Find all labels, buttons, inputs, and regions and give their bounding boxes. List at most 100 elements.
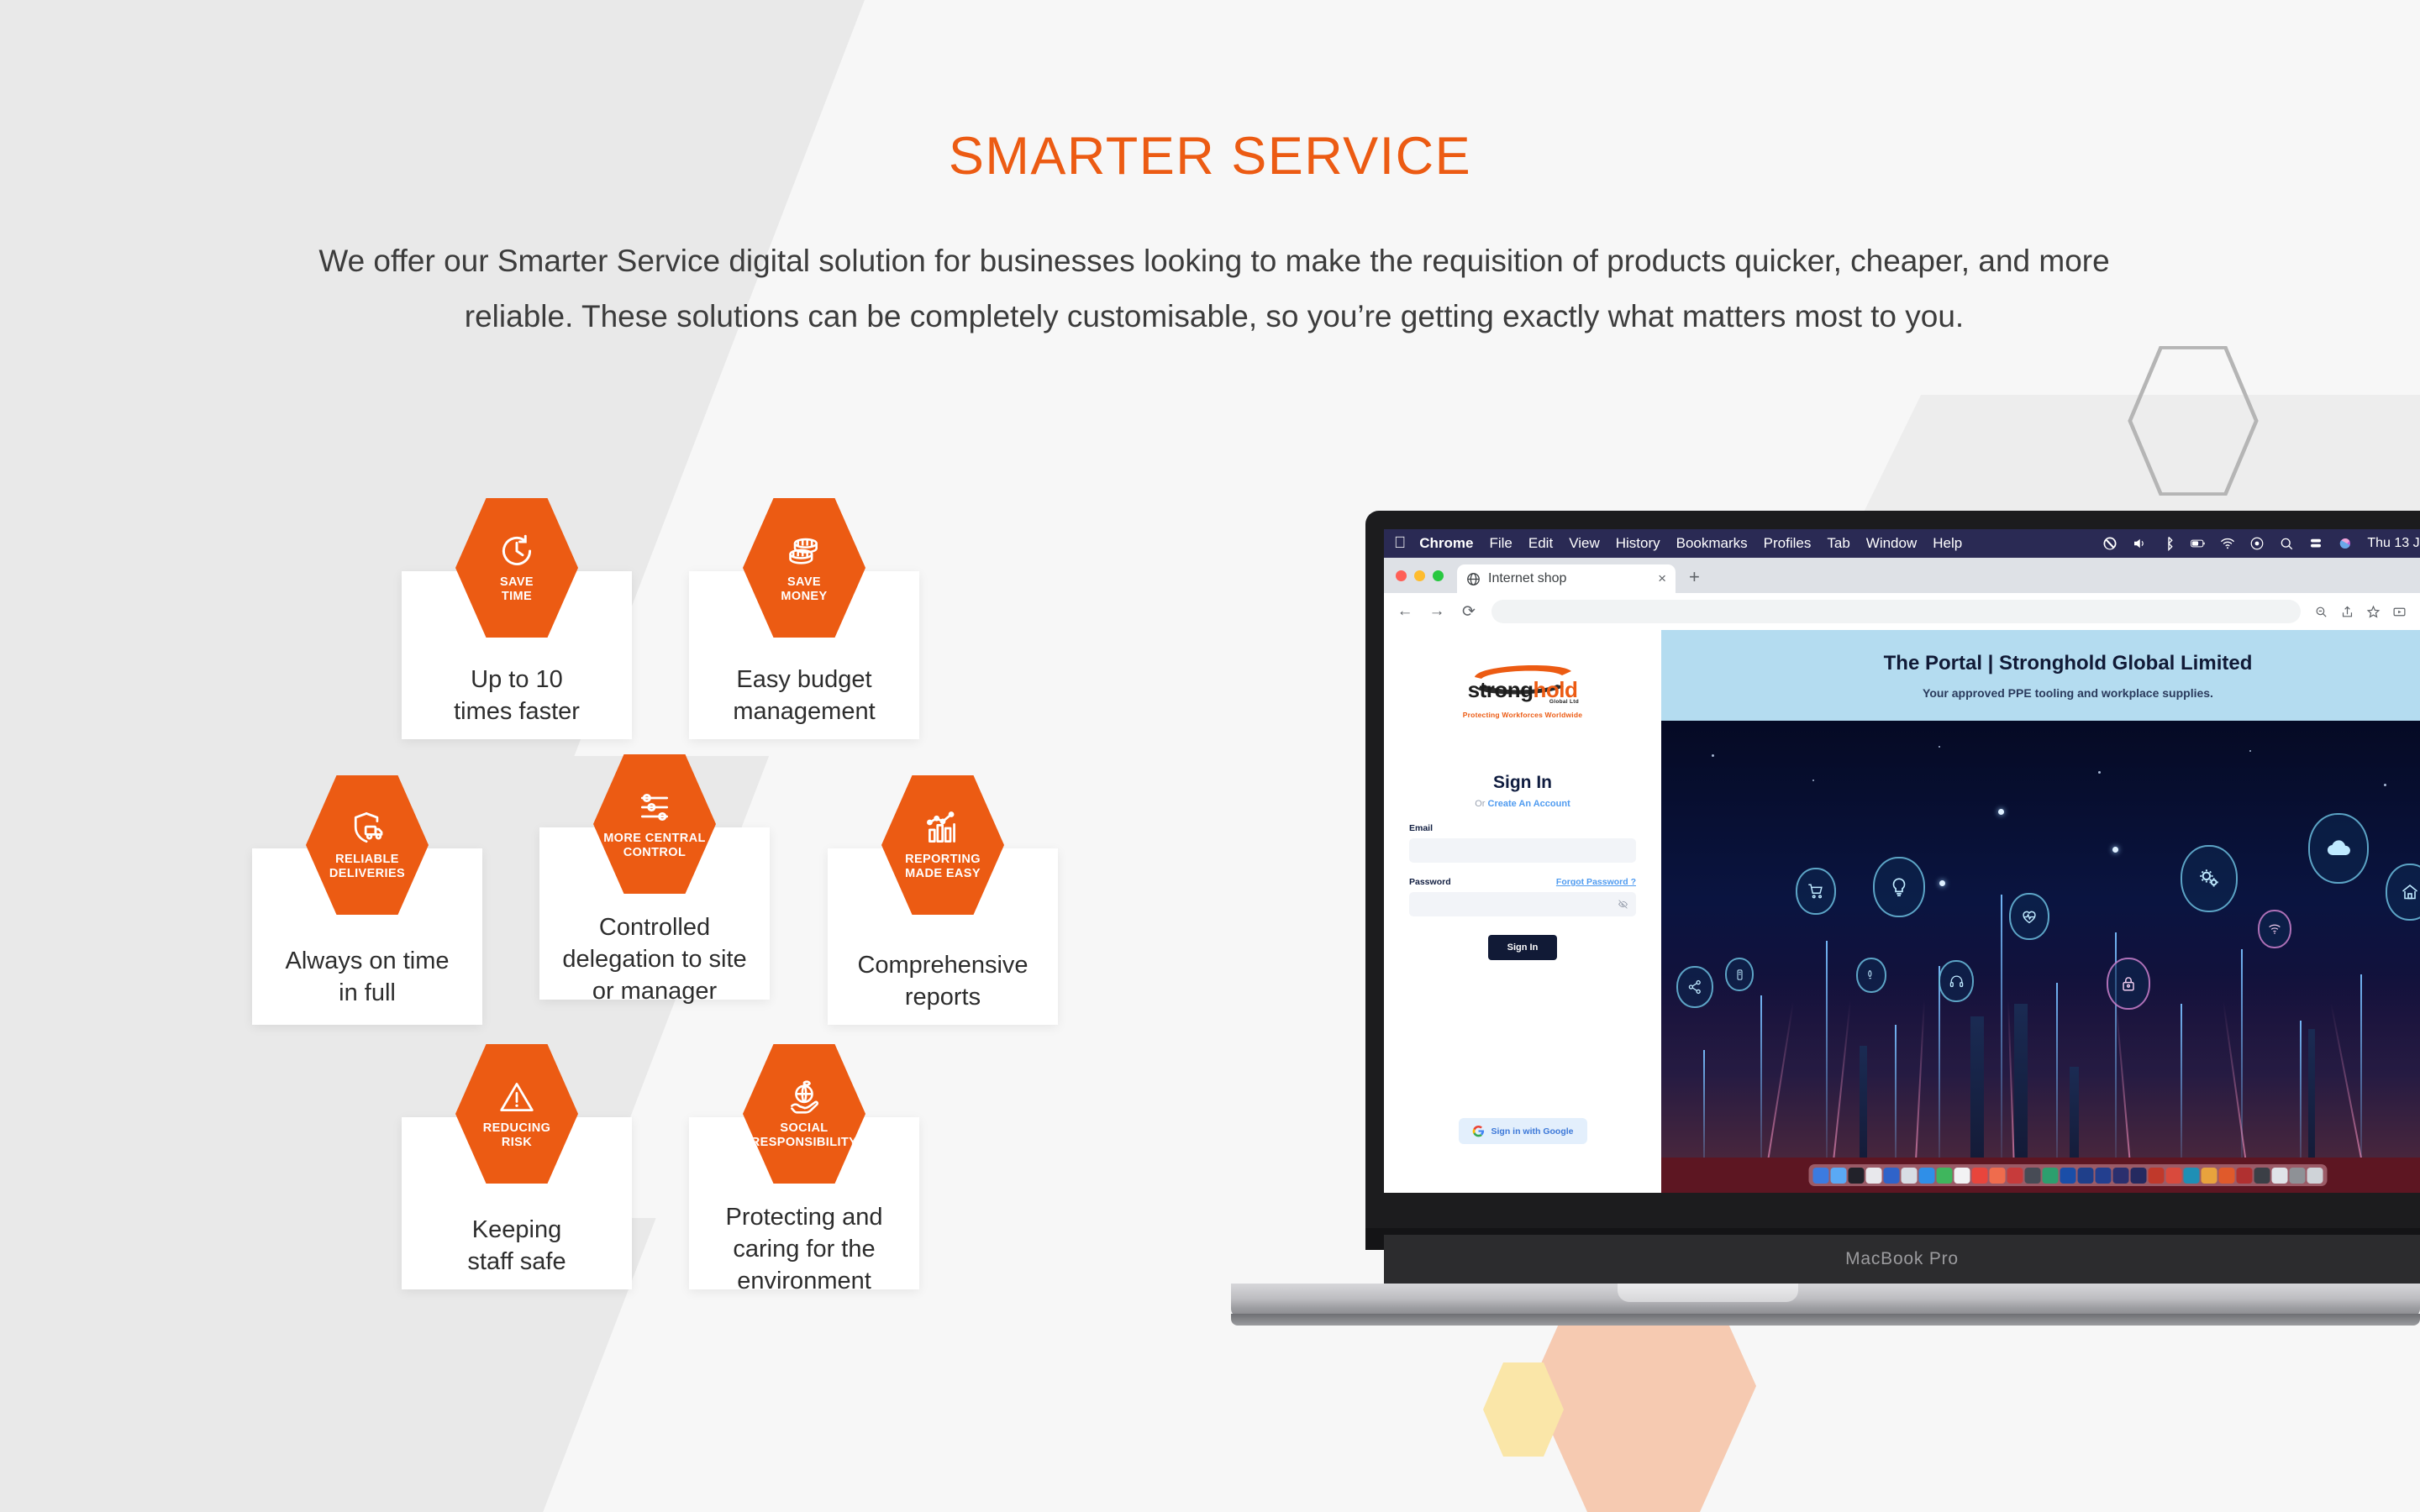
apple-menu-icon[interactable]: 	[1394, 534, 1406, 553]
badge-line-2: TIME	[501, 589, 533, 603]
browser-tab-strip: Internet shop × +	[1384, 558, 2420, 593]
menu-item-history[interactable]: History	[1616, 535, 1660, 552]
creative-cloud-icon[interactable]	[2102, 536, 2118, 551]
dock-app-icon[interactable]	[2007, 1167, 2023, 1184]
back-button[interactable]: ←	[1396, 602, 1414, 621]
address-bar[interactable]	[1491, 600, 2301, 623]
badge-line-2: RISK	[501, 1135, 533, 1149]
dock-app-icon[interactable]	[2060, 1167, 2076, 1184]
create-account-link[interactable]: Create An Account	[1488, 799, 1570, 809]
email-input[interactable]	[1409, 838, 1636, 863]
globe-in-hand-icon	[791, 1079, 819, 1114]
menu-item-chrome[interactable]: Chrome	[1419, 535, 1473, 552]
dock-app-icon[interactable]	[2201, 1167, 2217, 1184]
warning-triangle-icon	[500, 1082, 534, 1111]
feature-text-line-1: Controlled	[598, 914, 711, 941]
dock-app-icon[interactable]	[2148, 1167, 2165, 1184]
bookmark-star-icon[interactable]	[2366, 605, 2381, 619]
or-label: Or	[1475, 799, 1488, 809]
menu-item-tab[interactable]: Tab	[1827, 535, 1849, 552]
laptop-lid:  Chrome File Edit View History Bookmark…	[1365, 511, 2420, 1250]
wifi-icon[interactable]	[2220, 536, 2235, 551]
dock-app-icon[interactable]	[2130, 1167, 2147, 1184]
menu-item-profiles[interactable]: Profiles	[1764, 535, 1812, 552]
badge-line-2: RESPONSIBILITY	[750, 1135, 858, 1149]
volume-icon[interactable]	[2132, 536, 2147, 551]
dock-app-icon[interactable]	[2042, 1167, 2059, 1184]
menu-item-help[interactable]: Help	[1933, 535, 1962, 552]
dock-app-icon[interactable]	[1865, 1167, 1882, 1184]
menubar-clock[interactable]: Thu 13 Jan 15:3	[2367, 536, 2420, 551]
logo-word-first: strong	[1467, 677, 1534, 702]
new-tab-button[interactable]: +	[1689, 566, 1700, 588]
badge-line-2: MONEY	[781, 589, 828, 603]
reload-button[interactable]: ⟳	[1460, 602, 1478, 622]
eye-off-icon[interactable]	[1618, 899, 1628, 910]
banner-subtitle: Your approved PPE tooling and workplace …	[1923, 685, 2213, 700]
spotlight-search-icon[interactable]	[2279, 536, 2294, 551]
dock-app-icon[interactable]	[1918, 1167, 1935, 1184]
zoom-search-icon[interactable]	[2314, 605, 2328, 619]
dock-app-icon[interactable]	[1812, 1167, 1829, 1184]
dock-app-icon[interactable]	[2218, 1167, 2235, 1184]
google-g-icon	[1472, 1125, 1484, 1137]
badge-line-2: MADE EASY	[905, 866, 981, 880]
bluetooth-icon[interactable]	[2161, 536, 2176, 551]
wifi-icon	[2269, 924, 2281, 934]
dock-app-icon[interactable]	[2236, 1167, 2253, 1184]
dock-app-icon[interactable]	[2289, 1167, 2306, 1184]
menu-item-edit[interactable]: Edit	[1528, 535, 1553, 552]
maximize-window-button[interactable]	[1433, 570, 1444, 581]
heart-icon	[2023, 911, 2036, 924]
menu-item-view[interactable]: View	[1569, 535, 1600, 552]
dock-app-icon[interactable]	[2112, 1167, 2129, 1184]
dock-app-icon[interactable]	[1830, 1167, 1847, 1184]
dock-app-icon[interactable]	[1971, 1167, 1988, 1184]
tab-title: Internet shop	[1488, 571, 1567, 585]
dock-app-icon[interactable]	[2024, 1167, 2041, 1184]
dock-app-icon[interactable]	[1848, 1167, 1865, 1184]
feature-text-line-3: environment	[737, 1268, 871, 1294]
stacks-icon[interactable]	[2308, 536, 2323, 551]
browser-tab[interactable]: Internet shop ×	[1457, 564, 1676, 593]
laptop-base-notch	[1618, 1284, 1798, 1302]
dock-app-icon[interactable]	[1936, 1167, 1953, 1184]
footprint-icon	[1868, 970, 1872, 979]
hero-bubble	[1796, 868, 1836, 915]
menu-item-window[interactable]: Window	[1866, 535, 1917, 552]
forgot-password-link[interactable]: Forgot Password ?	[1556, 877, 1636, 887]
battery-charging-icon[interactable]	[2191, 536, 2206, 551]
portal-banner: The Portal | Stronghold Global Limited Y…	[1661, 630, 2420, 721]
google-signin-button[interactable]: Sign in with Google	[1458, 1118, 1587, 1144]
password-label: Password	[1409, 877, 1451, 887]
dock-app-icon[interactable]	[1883, 1167, 1900, 1184]
hero-bubble	[2107, 958, 2150, 1010]
feature-text-line-1: Comprehensive	[857, 952, 1028, 979]
signin-button[interactable]: Sign In	[1487, 935, 1558, 960]
media-control-icon[interactable]	[2392, 605, 2407, 619]
close-window-button[interactable]	[1396, 570, 1407, 581]
dock-app-icon[interactable]	[2254, 1167, 2270, 1184]
dock-app-icon[interactable]	[2165, 1167, 2182, 1184]
hero-bubble	[1873, 857, 1925, 917]
siri-icon[interactable]	[2338, 536, 2353, 551]
macos-dock[interactable]	[1808, 1164, 2328, 1186]
dock-app-icon[interactable]	[2271, 1167, 2288, 1184]
menu-item-file[interactable]: File	[1489, 535, 1512, 552]
control-center-icon[interactable]	[2249, 536, 2265, 551]
feature-text-line-1: Always on time	[285, 948, 450, 974]
password-input[interactable]	[1409, 892, 1636, 916]
dock-app-icon[interactable]	[1954, 1167, 1970, 1184]
dock-app-icon[interactable]	[2077, 1167, 2094, 1184]
share-icon[interactable]	[2340, 605, 2354, 619]
dock-app-icon[interactable]	[2183, 1167, 2200, 1184]
close-tab-icon[interactable]: ×	[1658, 570, 1666, 587]
dock-app-icon[interactable]	[1989, 1167, 2006, 1184]
feature-card: SOCIAL RESPONSIBILITY Protecting and cari…	[689, 1044, 919, 1294]
dock-app-icon[interactable]	[2095, 1167, 2112, 1184]
dock-trash-icon[interactable]	[2307, 1167, 2323, 1184]
dock-app-icon[interactable]	[1901, 1167, 1918, 1184]
forward-button[interactable]: →	[1428, 602, 1446, 621]
minimize-window-button[interactable]	[1414, 570, 1425, 581]
menu-item-bookmarks[interactable]: Bookmarks	[1676, 535, 1748, 552]
